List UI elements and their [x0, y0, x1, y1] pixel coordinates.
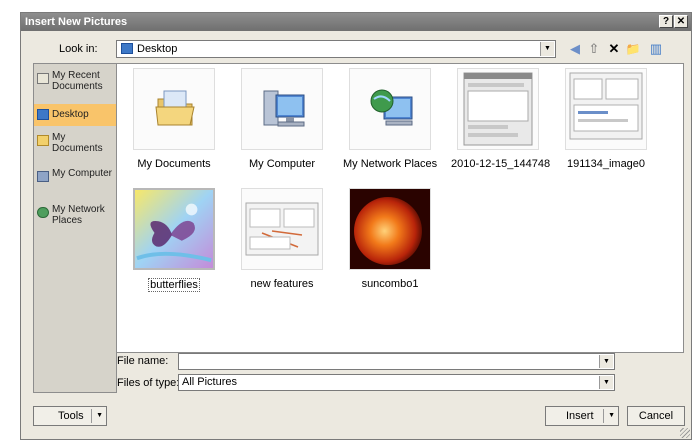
tools-button[interactable]: Tools ▼ [33, 406, 107, 426]
file-name: butterflies [148, 278, 200, 292]
place-recent-documents[interactable]: My Recent Documents [34, 68, 116, 104]
place-my-documents[interactable]: My Documents [34, 130, 116, 166]
file-item[interactable]: new features [235, 188, 329, 290]
file-item[interactable]: My Computer [235, 68, 329, 170]
delete-icon[interactable]: ✕ [607, 40, 621, 58]
file-item[interactable]: 2010-12-15_144748 [451, 68, 551, 170]
back-icon[interactable]: ◀ [567, 40, 583, 58]
insert-button[interactable]: Insert ▼ [545, 406, 619, 426]
chevron-down-icon[interactable]: ▼ [540, 42, 554, 56]
file-name: My Computer [248, 158, 316, 170]
file-item[interactable]: 191134_image0 [559, 68, 653, 170]
folder-icon [133, 68, 215, 150]
up-folder-icon[interactable]: ⇧ [587, 40, 601, 58]
look-in-label: Look in: [59, 43, 98, 55]
insert-pictures-dialog: Insert New Pictures ? ✕ Look in: Desktop… [20, 12, 692, 440]
place-my-computer[interactable]: My Computer [34, 166, 116, 202]
title-bar: Insert New Pictures ? ✕ [21, 13, 691, 31]
help-button[interactable]: ? [659, 15, 673, 28]
desktop-icon [121, 43, 133, 54]
file-item[interactable]: My Network Places [343, 68, 437, 170]
file-name: new features [250, 278, 314, 290]
file-item[interactable]: suncombo1 [343, 188, 437, 290]
file-name: My Network Places [343, 158, 438, 170]
file-name: My Documents [137, 158, 211, 170]
file-name: 2010-12-15_144748 [451, 158, 551, 170]
file-name: suncombo1 [361, 278, 419, 290]
file-item[interactable]: My Documents [127, 68, 221, 170]
chevron-down-icon[interactable]: ▼ [96, 407, 103, 425]
my-computer-icon [37, 171, 49, 182]
views-icon[interactable]: ▥ [645, 40, 667, 58]
butterfly-thumbnail [133, 188, 215, 270]
sun-thumbnail [349, 188, 431, 270]
screenshot-thumbnail [565, 68, 647, 150]
my-documents-icon [37, 135, 49, 146]
place-desktop[interactable]: Desktop [34, 104, 116, 126]
place-network-places[interactable]: My Network Places [34, 202, 116, 238]
network-icon [349, 68, 431, 150]
chevron-down-icon[interactable]: ▼ [608, 407, 615, 425]
insert-label: Insert [566, 410, 594, 422]
chevron-down-icon[interactable]: ▼ [599, 355, 613, 368]
file-type-label: Files of type: [117, 377, 180, 389]
file-type-dropdown[interactable]: All Pictures ▼ [178, 374, 615, 391]
file-item-selected[interactable]: butterflies [127, 188, 221, 292]
file-name: 191134_image0 [566, 158, 646, 170]
screenshot-thumbnail [457, 68, 539, 150]
file-list: My Documents My Computer My Network Plac… [116, 63, 684, 353]
look-in-dropdown[interactable]: Desktop ▼ [116, 40, 556, 58]
look-in-value: Desktop [137, 43, 178, 55]
desktop-icon [37, 109, 49, 120]
new-folder-icon[interactable]: 📁 [625, 40, 641, 58]
file-name-input[interactable]: ▼ [178, 353, 615, 370]
network-places-icon [37, 207, 49, 218]
recent-documents-icon [37, 73, 49, 84]
close-button[interactable]: ✕ [674, 15, 688, 28]
file-type-value: All Pictures [182, 376, 238, 388]
chevron-down-icon[interactable]: ▼ [599, 376, 613, 389]
cancel-button[interactable]: Cancel [627, 406, 685, 426]
file-name-label: File name: [117, 355, 169, 367]
screenshot-thumbnail [241, 188, 323, 270]
window-title: Insert New Pictures [25, 16, 128, 28]
computer-icon [241, 68, 323, 150]
tools-label: Tools [58, 410, 84, 422]
places-bar: My Recent Documents Desktop My Documents… [33, 63, 117, 393]
resize-grip[interactable] [680, 428, 690, 438]
